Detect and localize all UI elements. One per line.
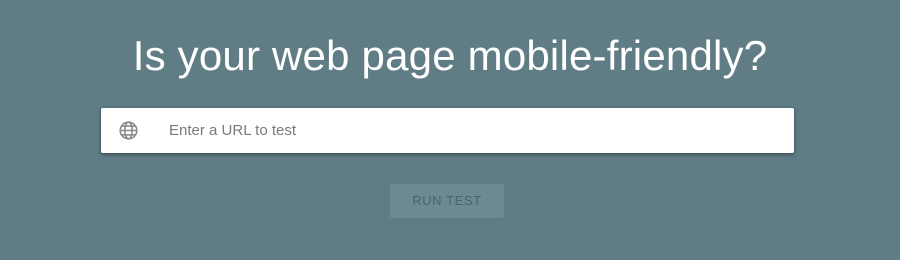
url-input[interactable] <box>169 108 779 153</box>
mobile-friendly-test-page: Is your web page mobile-friendly? RUN TE… <box>0 0 900 260</box>
run-test-button[interactable]: RUN TEST <box>390 184 504 218</box>
globe-icon <box>118 120 139 141</box>
url-search-box[interactable] <box>101 108 794 153</box>
page-headline: Is your web page mobile-friendly? <box>132 32 768 79</box>
